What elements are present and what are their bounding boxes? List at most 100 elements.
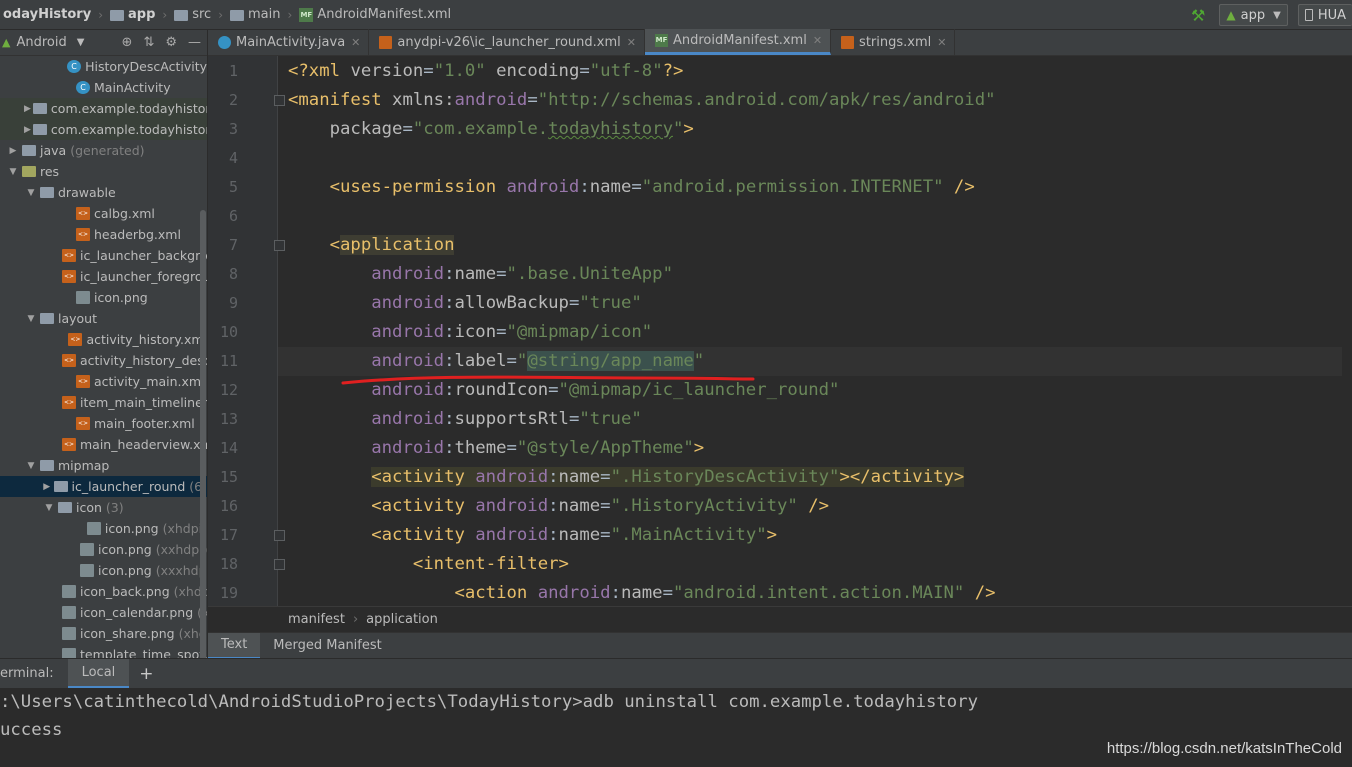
gear-icon[interactable]: ⚙ <box>165 35 177 50</box>
collapse-arrow-icon[interactable]: ▶ <box>24 104 31 114</box>
tree-node[interactable]: <> activity_history.xml <box>0 329 207 350</box>
tab-text-label: Text <box>221 637 248 652</box>
tree-node[interactable]: <> ic_launcher_foregroun <box>0 266 207 287</box>
tree-node[interactable]: icon.png (xhdpi) <box>0 518 207 539</box>
tree-node[interactable]: <> headerbg.xml <box>0 224 207 245</box>
line-number: 18 <box>219 555 238 573</box>
make-project-hammer-icon[interactable]: ⚒ <box>1191 6 1205 25</box>
expand-arrow-icon[interactable]: ▼ <box>42 503 56 513</box>
project-scrollbar[interactable] <box>200 210 206 658</box>
tree-node[interactable]: <> activity_history_desc.xm <box>0 350 207 371</box>
collapse-arrow-icon[interactable]: ▶ <box>6 146 20 156</box>
tree-node[interactable]: <> ic_launcher_backgroun <box>0 245 207 266</box>
line-number: 15 <box>219 468 238 486</box>
tab-text[interactable]: Text <box>208 632 261 659</box>
locate-icon[interactable]: ⊕ <box>122 35 133 50</box>
run-config-label: app <box>1240 7 1266 23</box>
tree-node-label: com.example.todayhistory <box>50 122 208 137</box>
png-icon <box>80 564 94 577</box>
breadcrumb-app[interactable]: app <box>107 0 158 30</box>
collapse-all-icon[interactable]: ⇅ <box>143 35 154 50</box>
close-icon[interactable]: ✕ <box>351 36 360 49</box>
editor-tab[interactable]: anydpi-v26\ic_launcher_round.xml ✕ <box>369 29 645 55</box>
expand-arrow-icon[interactable]: ▼ <box>24 188 38 198</box>
folder-icon <box>58 502 72 513</box>
editor-breadcrumb-manifest[interactable]: manifest <box>288 612 345 627</box>
tree-node[interactable]: C HistoryDescActivity <box>0 56 207 77</box>
editor-tab-label: AndroidManifest.xml <box>672 33 807 48</box>
tree-node-label: ic_launcher_foregroun <box>80 269 208 284</box>
collapse-arrow-icon[interactable]: ▶ <box>42 482 52 492</box>
tree-node[interactable]: icon_back.png(xhdpi) <box>0 581 207 602</box>
project-view-selector[interactable]: ▲ Android ▼ <box>0 35 84 50</box>
close-icon[interactable]: ✕ <box>627 36 636 49</box>
chevron-down-icon: ▼ <box>76 37 85 48</box>
code-area[interactable]: <?xml version="1.0" encoding="utf-8"?> <… <box>278 56 1348 606</box>
tree-node[interactable]: icon_share.png(xhdpi) <box>0 623 207 644</box>
tree-node[interactable]: ▼ drawable <box>0 182 207 203</box>
tree-node[interactable]: icon.png(xxxhdpi) <box>0 560 207 581</box>
xml-icon: <> <box>62 396 76 409</box>
add-terminal-icon[interactable]: + <box>139 664 153 684</box>
tree-node[interactable]: <> main_headerview.xml <box>0 434 207 455</box>
tree-node[interactable]: icon.png <box>0 287 207 308</box>
tree-node[interactable]: ▶ com.example.todayhistory <box>0 119 207 140</box>
expand-arrow-icon[interactable]: ▼ <box>24 461 38 471</box>
tree-node[interactable]: <> activity_main.xml <box>0 371 207 392</box>
terminal-title: erminal: <box>0 666 54 681</box>
line-number: 2 <box>228 91 238 109</box>
editor-gutter: 1 2 3 4 5 6 7 8 9 10 11 12 13 14 15 16 17 18 19 <box>208 56 285 606</box>
tree-node[interactable]: ▼ layout <box>0 308 207 329</box>
tree-node-label: icon.png <box>104 521 159 536</box>
tree-node-label: icon_calendar.png <box>80 605 194 620</box>
fold-marker-icon[interactable] <box>274 530 285 541</box>
tree-node[interactable]: ▶ ic_launcher_round (6) <box>0 476 207 497</box>
expand-arrow-icon[interactable]: ▼ <box>24 314 38 324</box>
tree-node[interactable]: icon.png (xxhdpi) <box>0 539 207 560</box>
tree-node-label: icon.png <box>94 290 148 305</box>
editor-breadcrumb-application[interactable]: application <box>366 612 438 627</box>
breadcrumb-manifest[interactable]: MF AndroidManifest.xml <box>296 0 454 30</box>
fold-marker-icon[interactable] <box>274 95 285 106</box>
tab-merged-manifest[interactable]: Merged Manifest <box>260 633 394 659</box>
breadcrumb-src[interactable]: src <box>171 0 214 30</box>
tree-node[interactable]: <> calbg.xml <box>0 203 207 224</box>
run-config-dropdown[interactable]: ▲ app ▼ <box>1219 4 1288 26</box>
tree-node[interactable]: ▶ com.example.todayhistory <box>0 98 207 119</box>
tree-node-label: main_footer.xml <box>94 416 195 431</box>
fold-marker-icon[interactable] <box>274 559 285 570</box>
breadcrumb-project-label: odayHistory <box>3 7 92 22</box>
minimize-icon[interactable]: — <box>188 35 201 50</box>
terminal-tab-local[interactable]: Local <box>67 658 130 689</box>
code-line: <intent-filter> <box>412 554 569 574</box>
fold-marker-icon[interactable] <box>274 240 285 251</box>
close-icon[interactable]: ✕ <box>813 34 822 47</box>
tree-node[interactable]: <> main_footer.xml <box>0 413 207 434</box>
tree-node[interactable]: ▼ icon (3) <box>0 497 207 518</box>
tree-node[interactable]: template_time_spot.pn <box>0 644 207 658</box>
line-number: 14 <box>219 439 238 457</box>
tree-node[interactable]: C MainActivity <box>0 77 207 98</box>
tree-node[interactable]: ▼ res <box>0 161 207 182</box>
tree-node[interactable]: ▼ mipmap <box>0 455 207 476</box>
editor-tab[interactable]: MainActivity.java ✕ <box>208 29 370 55</box>
tree-node[interactable]: <> item_main_timeliner.xm <box>0 392 207 413</box>
editor-tab[interactable]: MF AndroidManifest.xml ✕ <box>644 29 832 55</box>
code-editor[interactable]: 1 2 3 4 5 6 7 8 9 10 11 12 13 14 15 16 17 18 19 <?xml vers… <box>208 56 1352 606</box>
tree-node[interactable]: icon_calendar.png(xhd <box>0 602 207 623</box>
breadcrumb-main-label: main <box>248 7 281 22</box>
code-line: <?xml version="1.0" encoding="utf-8"?> <box>288 61 684 81</box>
close-icon[interactable]: ✕ <box>937 36 946 49</box>
line-number: 11 <box>219 352 238 370</box>
expand-arrow-icon[interactable]: ▼ <box>6 167 20 177</box>
res-folder-icon <box>22 166 36 177</box>
manifest-icon: MF <box>299 7 314 22</box>
breadcrumb-main[interactable]: main <box>227 0 283 30</box>
breadcrumb-project[interactable]: odayHistory <box>0 0 94 30</box>
tree-node-label: MainActivity <box>94 80 171 95</box>
device-dropdown[interactable]: HUA <box>1297 4 1352 26</box>
collapse-arrow-icon[interactable]: ▶ <box>24 125 31 135</box>
tree-node[interactable]: ▶ java (generated) <box>0 140 207 161</box>
editor-tab[interactable]: strings.xml ✕ <box>831 29 956 55</box>
png-icon <box>62 606 76 619</box>
